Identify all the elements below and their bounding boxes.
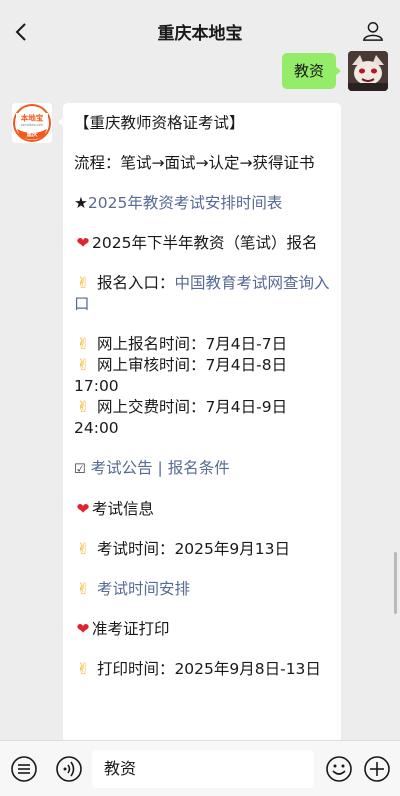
section1: ❤ 2025年下半年教资（笔试）报名	[74, 233, 331, 254]
review-time-line: ✌ 网上审核时间：7月4日-8日17:00	[74, 355, 331, 397]
review-time: 网上审核时间：7月4日-8日17:00	[74, 356, 288, 395]
bendibao-logo: 本地宝 bendibao.com 重庆	[13, 104, 51, 142]
user-message-bubble[interactable]: 教资	[281, 53, 342, 89]
logo-text: 本地宝	[20, 113, 44, 123]
logo-subtext: 重庆	[26, 130, 38, 138]
victory-hand-icon: ✌	[76, 335, 90, 353]
bot-avatar[interactable]: 本地宝 bendibao.com 重庆	[12, 103, 52, 143]
voice-icon[interactable]	[55, 755, 83, 783]
star-icon: ★	[74, 194, 88, 212]
process-text: 流程：笔试→面试→认定→获得证书	[74, 154, 315, 172]
reg-time-line: ✌ 网上报名时间：7月4日-7日	[74, 334, 331, 355]
victory-hand-icon: ✌	[76, 540, 90, 558]
section3-title: 准考证打印	[92, 620, 170, 638]
section3: ❤ 准考证打印	[74, 619, 331, 640]
person-icon[interactable]	[362, 20, 384, 42]
scrollbar[interactable]	[394, 552, 397, 614]
victory-hand-icon: ✌	[76, 660, 90, 678]
victory-hand-icon: ✌	[76, 356, 90, 374]
entry-line: ✌ 报名入口：中国教育考试网查询入口	[74, 273, 331, 315]
logo-url-text: bendibao.com	[21, 123, 44, 127]
exam-time-line: ✌ 考试时间：2025年9月13日	[74, 539, 331, 560]
exam-time: 考试时间：2025年9月13日	[96, 540, 290, 558]
section2: ❤ 考试信息	[74, 499, 331, 520]
user-message: 教资	[268, 51, 388, 91]
victory-hand-icon: ✌	[76, 398, 90, 416]
notice-link[interactable]: 考试公告	[91, 459, 153, 477]
schedule-line: ★2025年教资考试安排时间表	[74, 193, 331, 214]
user-avatar[interactable]	[348, 51, 388, 91]
time-list: ✌ 网上报名时间：7月4日-7日 ✌ 网上审核时间：7月4日-8日17:00 ✌…	[74, 334, 331, 439]
pay-time: 网上交费时间：7月4日-9日24:00	[74, 398, 288, 437]
pay-time-line: ✌ 网上交费时间：7月4日-9日24:00	[74, 397, 331, 439]
victory-hand-icon: ✌	[76, 274, 90, 292]
plus-icon[interactable]	[363, 755, 391, 783]
victory-hand-icon: ✌	[76, 580, 90, 598]
links-line: ☑ 考试公告 | 报名条件	[74, 458, 331, 480]
heart-icon: ❤	[76, 234, 90, 252]
schedule-link[interactable]: 2025年教资考试安排时间表	[88, 194, 282, 212]
print-time: 打印时间：2025年9月8日-13日	[96, 660, 321, 678]
heart-icon: ❤	[76, 620, 90, 638]
print-time-line: ✌ 打印时间：2025年9月8日-13日	[74, 659, 331, 680]
exam-schedule-link[interactable]: 考试时间安排	[97, 580, 190, 598]
heart-icon: ❤	[76, 500, 90, 518]
reply-title: 【重庆教师资格证考试】	[74, 114, 245, 132]
conditions-link[interactable]: 报名条件	[168, 459, 230, 477]
chat-area[interactable]: 教资 本地宝 bendibao.com 重庆 【重庆教师资格证考试】 流程：笔试…	[0, 40, 400, 740]
composer-bar: 教资	[0, 740, 400, 796]
checkbox-icon: ☑	[74, 462, 86, 477]
entry-label: 报名入口：	[96, 274, 175, 292]
section2-title: 考试信息	[92, 500, 155, 518]
section1-title: 2025年下半年教资（笔试）报名	[92, 234, 318, 252]
exam-schedule-line: ✌ 考试时间安排	[74, 579, 331, 600]
reg-time: 网上报名时间：7月4日-7日	[96, 335, 288, 353]
emoji-icon[interactable]	[325, 755, 353, 783]
link-separator: |	[152, 459, 168, 477]
menu-icon[interactable]	[10, 755, 38, 783]
message-input[interactable]: 教资	[92, 750, 314, 788]
user-avatar-image	[348, 51, 388, 91]
bot-reply-bubble[interactable]: 【重庆教师资格证考试】 流程：笔试→面试→认定→获得证书 ★2025年教资考试安…	[58, 103, 341, 740]
